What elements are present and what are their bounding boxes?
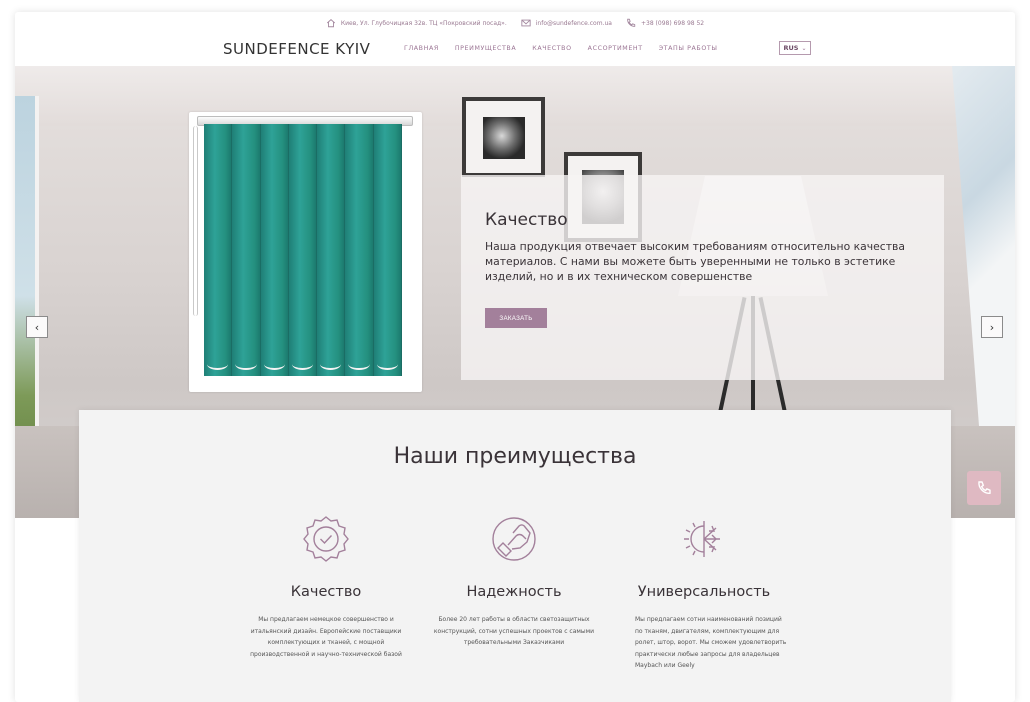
advantage-title: Качество bbox=[290, 584, 362, 600]
vertical-blind-image bbox=[189, 112, 422, 392]
chevron-right-icon: › bbox=[989, 320, 995, 334]
site-logo[interactable]: SUNDEFENCE KYIV bbox=[223, 40, 370, 58]
slider-next-button[interactable]: › bbox=[981, 316, 1003, 338]
chevron-down-icon: ⌄ bbox=[801, 44, 807, 52]
contact-bar: Киев, Ул. Глубочицкая 32в. ТЦ «Покровски… bbox=[15, 12, 1015, 34]
slide-title: Качество bbox=[485, 210, 568, 230]
home-icon bbox=[326, 19, 335, 28]
advantage-title: Универсальность bbox=[637, 584, 771, 600]
slide-text: Наша продукция отвечает высоким требован… bbox=[485, 240, 906, 283]
advantage-text: Мы предлагаем немецкое совершенство и ит… bbox=[250, 616, 402, 658]
nav-item-assortment[interactable]: АССОРТИМЕНТ bbox=[588, 45, 643, 52]
language-select[interactable]: RUS ⌄ bbox=[779, 41, 811, 55]
advantage-universality: Универсальность Мы предлагаем сотни наим… bbox=[609, 514, 799, 672]
advantage-quality: Качество Мы предлагаем немецкое совершен… bbox=[231, 514, 421, 660]
blind-slats bbox=[204, 124, 402, 376]
email-item[interactable]: info@sundefence.com.ua bbox=[521, 18, 612, 28]
advantage-reliability: Надежность Более 20 лет работы в области… bbox=[419, 514, 609, 649]
advantages-section: Наши преимущества Качество Мы предлагаем… bbox=[79, 410, 951, 702]
nav-item-advantages[interactable]: ПРЕИМУЩЕСТВА bbox=[455, 45, 516, 52]
advantage-title: Надежность bbox=[466, 584, 562, 600]
phone-text: +38 (098) 698 98 52 bbox=[640, 19, 705, 27]
phone-icon bbox=[627, 18, 636, 27]
nav-item-quality[interactable]: КАЧЕСТВО bbox=[532, 45, 571, 52]
advantages-heading: Наши преимущества bbox=[393, 444, 637, 469]
handshake-icon bbox=[486, 514, 542, 564]
advantage-text: Мы предлагаем сотни наименований позиций… bbox=[635, 616, 787, 669]
slide-caption: Качество Наша продукция отвечает высоким… bbox=[461, 175, 944, 380]
page-frame: Киев, Ул. Глубочицкая 32в. ТЦ «Покровски… bbox=[15, 12, 1015, 702]
call-button[interactable] bbox=[967, 471, 1001, 505]
blind-cord bbox=[193, 126, 198, 316]
slider-prev-button[interactable]: ‹ bbox=[26, 316, 48, 338]
phone-icon bbox=[978, 481, 991, 494]
main-nav: SUNDEFENCE KYIV ГЛАВНАЯ ПРЕИМУЩЕСТВА КАЧ… bbox=[15, 34, 1015, 66]
nav-menu: ГЛАВНАЯ ПРЕИМУЩЕСТВА КАЧЕСТВО АССОРТИМЕН… bbox=[404, 45, 718, 52]
nav-item-home[interactable]: ГЛАВНАЯ bbox=[404, 45, 439, 52]
phone-item[interactable]: +38 (098) 698 98 52 bbox=[626, 18, 704, 28]
mail-icon bbox=[521, 19, 531, 27]
wall-picture bbox=[462, 97, 545, 177]
language-value: RUS bbox=[783, 44, 799, 52]
address-item[interactable]: Киев, Ул. Глубочицкая 32в. ТЦ «Покровски… bbox=[326, 18, 507, 28]
address-text: Киев, Ул. Глубочицкая 32в. ТЦ «Покровски… bbox=[340, 19, 507, 27]
chevron-left-icon: ‹ bbox=[34, 320, 40, 334]
nav-item-work-stages[interactable]: ЭТАПЫ РАБОТЫ bbox=[659, 45, 718, 52]
order-button[interactable]: ЗАКАЗАТЬ bbox=[485, 308, 547, 328]
email-text: info@sundefence.com.ua bbox=[535, 19, 612, 27]
sun-snowflake-icon bbox=[676, 514, 732, 564]
quality-badge-icon bbox=[298, 514, 354, 564]
advantage-text: Более 20 лет работы в области светозащит… bbox=[433, 616, 595, 646]
